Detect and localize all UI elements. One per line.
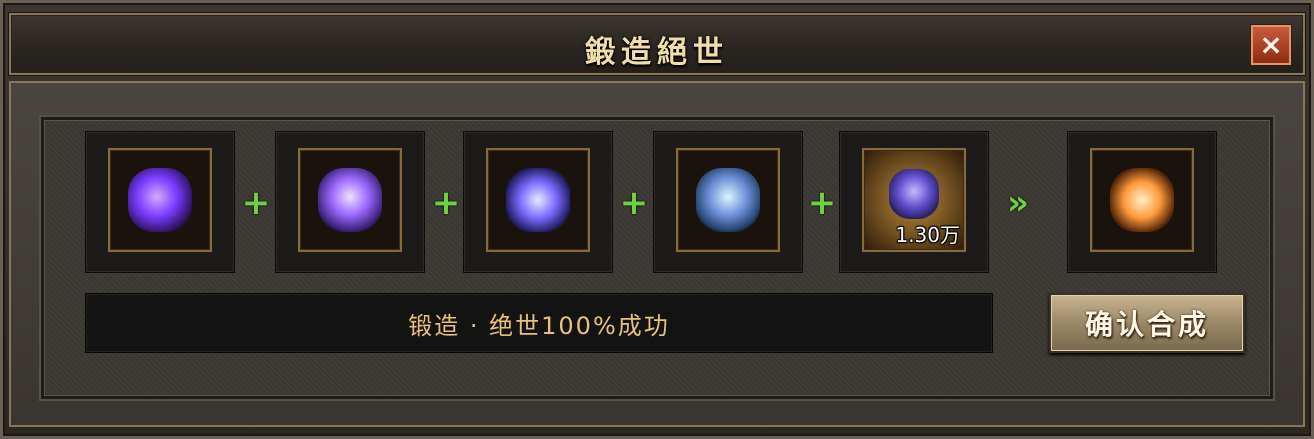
- close-icon: ×: [1259, 28, 1283, 61]
- forge-window: 鍛造絕世 × + + + + 1.30万 » 锻造 · 绝世100%成功 确认合…: [0, 0, 1314, 439]
- success-rate-bar: 锻造 · 绝世100%成功: [85, 293, 993, 353]
- confirm-synthesis-button[interactable]: 确认合成: [1049, 293, 1245, 353]
- material-slot-5[interactable]: 1.30万: [839, 131, 989, 273]
- result-arrow-icon: »: [1007, 183, 1029, 223]
- plus-icon: +: [807, 183, 837, 223]
- ore-material-icon: [889, 169, 939, 219]
- material-slot-4[interactable]: [653, 131, 803, 273]
- plus-icon: +: [619, 183, 649, 223]
- title-bar: 鍛造絕世 ×: [9, 13, 1305, 75]
- teal-crystal-material-icon: [696, 168, 760, 232]
- plus-icon: +: [241, 183, 271, 223]
- success-rate-text: 锻造 · 绝世100%成功: [408, 311, 670, 340]
- plus-icon: +: [431, 183, 461, 223]
- confirm-synthesis-label: 确认合成: [1084, 308, 1209, 341]
- material-slot-3[interactable]: [463, 131, 613, 273]
- result-slot[interactable]: [1067, 131, 1217, 273]
- purple-material-icon: [128, 168, 192, 232]
- violet-material-icon: [318, 168, 382, 232]
- window-title: 鍛造絕世: [585, 35, 729, 70]
- material-slot-1[interactable]: [85, 131, 235, 273]
- golden-equipment-icon: [1110, 168, 1174, 232]
- close-button[interactable]: ×: [1251, 25, 1291, 65]
- material-count: 1.30万: [895, 223, 960, 247]
- material-slot-2[interactable]: [275, 131, 425, 273]
- blue-violet-material-icon: [506, 168, 570, 232]
